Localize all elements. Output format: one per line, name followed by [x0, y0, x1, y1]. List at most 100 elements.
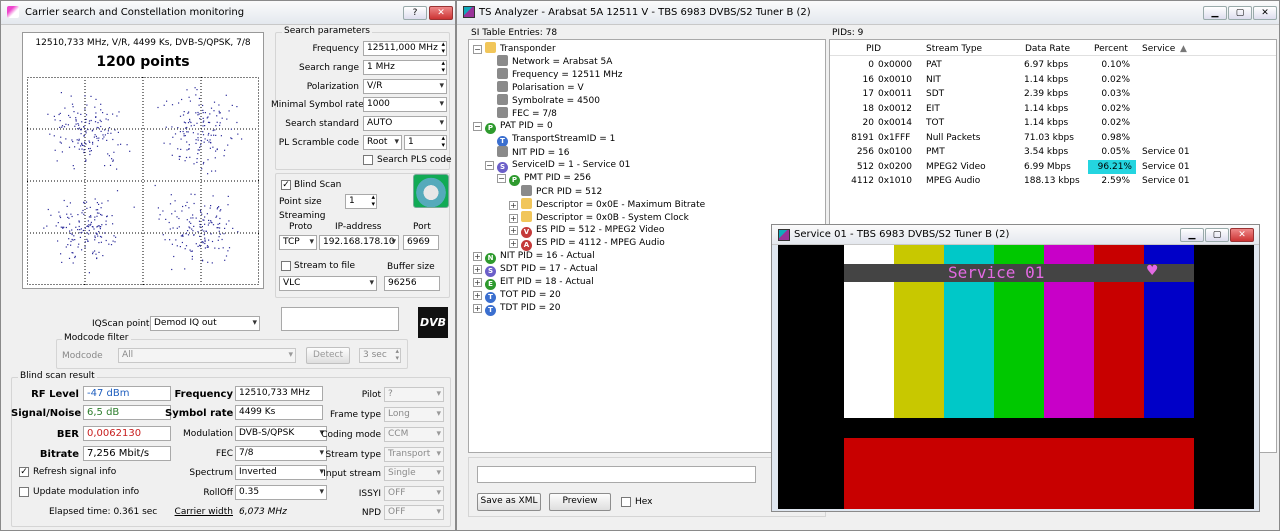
blind-scan-checkbox[interactable]: ✓ — [281, 180, 291, 190]
tree-node[interactable]: − P PMT PID = 256 — [497, 172, 591, 186]
tree-node[interactable]: PCR PID = 512 — [509, 185, 602, 198]
collapse-icon[interactable]: − — [473, 45, 482, 54]
expand-icon[interactable]: + — [473, 304, 482, 313]
proto-select[interactable]: TCP — [279, 235, 317, 250]
constellation-point — [158, 218, 160, 220]
search-range-input[interactable]: 1 MHz — [363, 60, 447, 75]
tree-node[interactable]: Symbolrate = 4500 — [485, 94, 600, 107]
tree-node[interactable]: T TransportStreamID = 1 — [485, 133, 615, 147]
search-pls-checkbox[interactable] — [363, 155, 373, 165]
expand-icon[interactable]: + — [473, 265, 482, 274]
stream-type-select[interactable]: Transport — [384, 447, 444, 462]
pl-scramble-value-input[interactable]: 1 — [404, 135, 447, 150]
carrier-width-label[interactable]: Carrier width — [165, 507, 233, 517]
tree-node[interactable]: − P PAT PID = 0 — [473, 120, 553, 134]
expand-icon[interactable]: + — [473, 291, 482, 300]
tree-node[interactable]: + N NIT PID = 16 - Actual — [473, 250, 595, 264]
npd-select[interactable]: OFF — [384, 505, 444, 520]
collapse-icon[interactable]: − — [497, 174, 506, 183]
constellation-point — [94, 134, 96, 136]
expand-icon[interactable]: + — [473, 278, 482, 287]
pid-row[interactable]: 17 0x0011 SDT 2.39 kbps 0.03% — [830, 87, 1276, 101]
point-size-input[interactable]: 1 — [345, 194, 377, 209]
collapse-icon[interactable]: − — [485, 161, 494, 170]
hex-checkbox[interactable] — [621, 497, 631, 507]
pid-row[interactable]: 256 0x0100 PMT 3.54 kbps 0.05% Service 01 — [830, 145, 1276, 159]
constellation-point — [71, 229, 73, 231]
tree-node-label: NIT PID = 16 - Actual — [500, 251, 595, 261]
update-modulation-checkbox[interactable] — [19, 487, 29, 497]
tree-node[interactable]: Frequency = 12511 MHz — [485, 68, 623, 81]
coding-mode-select[interactable]: CCM — [384, 427, 444, 442]
tree-node[interactable]: + T TOT PID = 20 — [473, 289, 561, 303]
col-percent[interactable]: Percent — [1094, 44, 1128, 54]
expand-icon[interactable]: + — [509, 226, 518, 235]
video-maximize-button[interactable]: ▢ — [1205, 228, 1229, 242]
tree-node[interactable]: + A ES PID = 4112 - MPEG Audio — [509, 237, 665, 251]
issyi-select[interactable]: OFF — [384, 486, 444, 501]
pilot-select[interactable]: ? — [384, 387, 444, 402]
stream-to-file-checkbox[interactable] — [281, 261, 291, 271]
buffer-size-input[interactable]: 96256 — [384, 276, 440, 291]
modulation-select[interactable]: DVB-S/QPSK — [235, 426, 327, 441]
iqscan-select[interactable]: Demod IQ out — [150, 316, 260, 331]
pid-row[interactable]: 8191 0x1FFF Null Packets 71.03 kbps 0.98% — [830, 131, 1276, 145]
ts-minimize-button[interactable]: ▁ — [1203, 6, 1227, 20]
tree-node[interactable]: + Descriptor = 0x0B - System Clock — [509, 211, 689, 224]
tree-node[interactable]: + E EIT PID = 18 - Actual — [473, 276, 594, 290]
port-input[interactable]: 6969 — [403, 235, 439, 250]
tree-node[interactable]: + S SDT PID = 17 - Actual — [473, 263, 598, 277]
video-minimize-button[interactable]: ▁ — [1180, 228, 1204, 242]
close-button[interactable]: ✕ — [429, 6, 453, 20]
pid-row[interactable]: 20 0x0014 TOT 1.14 kbps 0.02% — [830, 116, 1276, 130]
player-select[interactable]: VLC — [279, 276, 377, 291]
pid-row[interactable]: 4112 0x1010 MPEG Audio 188.13 kbps 2.59% Serv… — [830, 174, 1276, 188]
input-stream-select[interactable]: Single — [384, 466, 444, 481]
pid-row[interactable]: 18 0x0012 EIT 1.14 kbps 0.02% — [830, 102, 1276, 116]
search-text-input[interactable] — [477, 466, 756, 483]
expand-icon[interactable]: + — [473, 252, 482, 261]
fec-select[interactable]: 7/8 — [235, 446, 327, 461]
expand-icon[interactable]: + — [509, 239, 518, 248]
constellation-point — [94, 106, 96, 108]
rolloff-select[interactable]: 0.35 — [235, 485, 327, 500]
pid-row[interactable]: 0 0x0000 PAT 6.97 kbps 0.10% — [830, 58, 1276, 72]
preview-button[interactable]: Preview — [549, 493, 611, 511]
detect-button[interactable]: Detect — [306, 347, 350, 364]
tree-node[interactable]: + Descriptor = 0x0E - Maximum Bitrate — [509, 198, 705, 211]
pid-row[interactable]: 16 0x0010 NIT 1.14 kbps 0.02% — [830, 73, 1276, 87]
help-button[interactable]: ? — [403, 6, 427, 20]
ts-maximize-button[interactable]: ▢ — [1228, 6, 1252, 20]
collapse-icon[interactable]: − — [473, 122, 482, 131]
detect-seconds-input[interactable]: 3 sec — [359, 348, 401, 363]
pl-scramble-mode-select[interactable]: Root — [363, 135, 402, 150]
expand-icon[interactable]: + — [509, 214, 518, 223]
pid-row[interactable]: 512 0x0200 MPEG2 Video 6.99 Mbps 96.21% Servi… — [830, 159, 1276, 174]
col-service[interactable]: Service — [1142, 44, 1175, 54]
save-xml-button[interactable]: Save as XML — [477, 493, 541, 511]
tree-node[interactable]: NIT PID = 16 — [485, 146, 569, 159]
frequency-input[interactable]: 12511,000 MHz — [363, 41, 447, 56]
tree-node[interactable]: FEC = 7/8 — [485, 107, 557, 120]
tree-node[interactable]: − Transponder — [473, 42, 556, 55]
col-data-rate[interactable]: Data Rate — [1025, 44, 1070, 54]
ts-close-button[interactable]: ✕ — [1253, 6, 1277, 20]
spectrum-select[interactable]: Inverted — [235, 465, 327, 480]
polarization-select[interactable]: V/R — [363, 79, 447, 94]
min-symbol-rate-select[interactable]: 1000 — [363, 97, 447, 112]
modcode-select[interactable]: All — [118, 348, 296, 363]
robot-logo-icon[interactable] — [413, 174, 449, 208]
tree-node[interactable]: + T TDT PID = 20 — [473, 302, 561, 316]
frame-type-select[interactable]: Long — [384, 407, 444, 422]
col-stream-type[interactable]: Stream Type — [926, 44, 982, 54]
col-pid[interactable]: PID — [866, 44, 881, 54]
ip-address-select[interactable]: 192.168.178.10 — [319, 235, 399, 250]
tree-node[interactable]: Polarisation = V — [485, 81, 584, 94]
search-standard-select[interactable]: AUTO — [363, 116, 447, 131]
video-close-button[interactable]: ✕ — [1230, 228, 1254, 242]
expand-icon[interactable]: + — [509, 201, 518, 210]
refresh-signal-checkbox[interactable]: ✓ — [19, 467, 29, 477]
tree-node[interactable]: − S ServiceID = 1 - Service 01 — [485, 159, 630, 173]
tree-node[interactable]: + V ES PID = 512 - MPEG2 Video — [509, 224, 664, 238]
tree-node[interactable]: Network = Arabsat 5A — [485, 55, 612, 68]
